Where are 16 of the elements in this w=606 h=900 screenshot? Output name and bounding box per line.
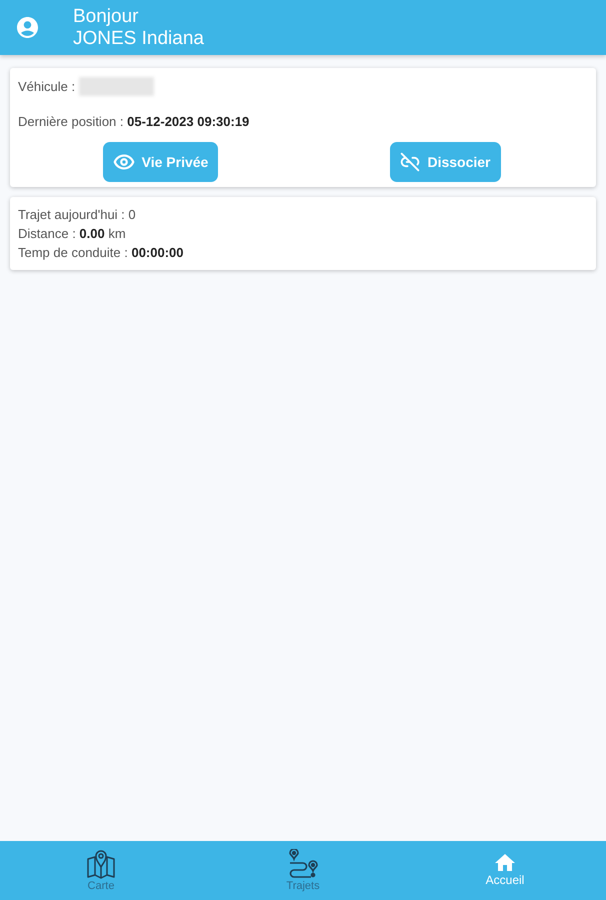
user-name-text: JONES Indiana (73, 28, 204, 50)
nav-tab[interactable]: Trajets (263, 845, 343, 896)
private-mode-button[interactable]: Vie Privée (102, 142, 218, 182)
stat-text: Temp de conduite : 00:00:00 (18, 244, 185, 262)
home-icon (495, 854, 515, 872)
nav-tab[interactable]: Accueil (465, 845, 545, 896)
nav-tab[interactable]: Carte (61, 845, 141, 896)
route-icon (287, 849, 319, 879)
dissociate-button[interactable]: Dissocier (390, 142, 501, 182)
vehicle-label: Véhicule : (18, 78, 76, 94)
stat-text: Distance : 0.00 km (18, 225, 127, 243)
last-position-text: Dernière position : 05-12-2023 09:30:19 (18, 113, 250, 131)
link-off-icon (400, 152, 420, 172)
stat-text: Trajet aujourd'hui : 0 (18, 206, 137, 224)
map-pin-icon (86, 849, 116, 879)
greeting-text: Bonjour (73, 6, 140, 28)
